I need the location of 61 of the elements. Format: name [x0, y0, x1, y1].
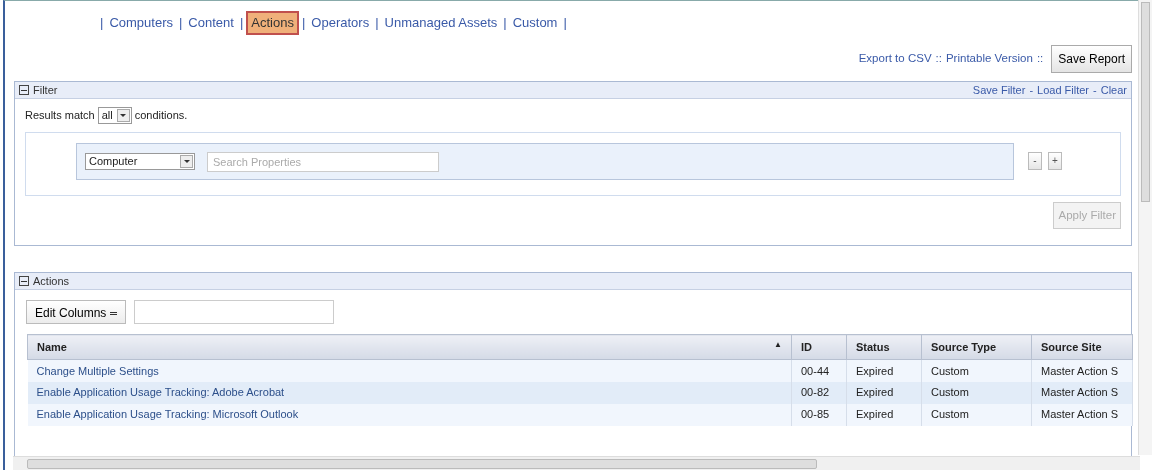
property-select[interactable]: Computer — [85, 153, 195, 170]
link-separator: :: — [935, 51, 942, 67]
table-cell: 00-44 — [791, 359, 847, 382]
tab-separator: | — [99, 15, 105, 30]
filter-link[interactable]: Load Filter — [1037, 81, 1090, 99]
scroll-thumb[interactable] — [1141, 2, 1150, 202]
column-search-field[interactable] — [134, 300, 335, 324]
tab-separator: | — [300, 15, 307, 30]
table-cell: Custom — [921, 359, 1032, 382]
table-cell: 00-82 — [791, 381, 847, 404]
add-condition-button[interactable]: + — [1048, 152, 1062, 170]
filter-link[interactable]: Clear — [1100, 81, 1127, 99]
table-cell: Expired — [846, 359, 922, 382]
tab[interactable]: Unmanaged Assets — [381, 13, 501, 33]
tab[interactable]: Content — [185, 13, 237, 33]
table-cell: Custom — [921, 381, 1032, 404]
collapse-toggle-icon[interactable] — [19, 85, 29, 95]
tab-separator: | — [238, 15, 245, 30]
match-label: conditions. — [134, 108, 188, 124]
table-cell: Master Action S — [1031, 403, 1133, 426]
table-cell: Expired — [846, 403, 922, 426]
match-label: Results match — [25, 108, 95, 124]
edit-columns-button[interactable]: Edit Columns — [26, 300, 127, 324]
filter-link[interactable]: Save Filter — [972, 81, 1026, 99]
report-link[interactable]: Export to CSV — [858, 50, 932, 68]
tab[interactable]: Actions — [246, 11, 299, 35]
save-report-button[interactable]: Save Report — [1051, 45, 1132, 73]
remove-condition-button[interactable]: - — [1028, 152, 1042, 170]
table-cell[interactable]: Change Multiple Settings — [27, 359, 792, 382]
report-link[interactable]: Printable Version — [945, 50, 1033, 68]
tab-separator: | — [177, 15, 184, 30]
horizontal-scrollbar[interactable] — [13, 456, 1140, 470]
column-header[interactable]: ID — [791, 334, 847, 360]
table-cell: Expired — [846, 381, 922, 404]
link-separator: - — [1029, 82, 1034, 98]
search-field[interactable]: Search Properties — [207, 151, 439, 172]
vertical-scrollbar[interactable] — [1138, 0, 1152, 455]
column-header[interactable]: Source Site — [1031, 334, 1133, 360]
table-cell: Master Action S — [1031, 381, 1133, 404]
table-cell[interactable]: Enable Application Usage Tracking: Adobe Acrobat — [27, 381, 792, 404]
sort-indicator: ▲ — [774, 338, 782, 351]
column-header[interactable]: Name ▲ — [27, 334, 792, 360]
table-cell: Custom — [921, 403, 1032, 426]
column-header[interactable]: Status — [846, 334, 922, 360]
panel-title: Actions — [33, 273, 70, 289]
table-cell: Master Action S — [1031, 359, 1133, 382]
link-separator: - — [1093, 82, 1097, 98]
panel-title: Filter — [33, 82, 58, 98]
tab-separator: | — [374, 15, 380, 30]
tab[interactable]: Operators — [308, 13, 373, 33]
match-select[interactable]: all — [97, 107, 132, 124]
tab[interactable]: Computers — [106, 13, 176, 33]
tab-separator: | — [502, 15, 508, 30]
scroll-thumb[interactable] — [27, 459, 817, 469]
table-cell: 00-85 — [791, 403, 847, 426]
collapse-toggle-icon[interactable] — [19, 276, 29, 286]
column-header[interactable]: Source Type — [921, 334, 1032, 360]
table-cell[interactable]: Enable Application Usage Tracking: Microsoft Outlook — [27, 403, 792, 426]
link-separator: :: — [1036, 51, 1044, 67]
tab-separator: | — [562, 15, 568, 30]
tab[interactable]: Custom — [509, 13, 561, 33]
